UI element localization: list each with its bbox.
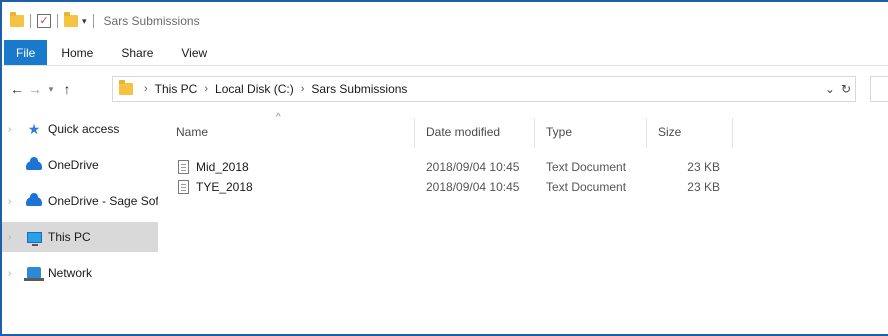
toolbar-separator [57, 14, 58, 28]
nav-item-label: OneDrive [48, 158, 99, 172]
address-bar[interactable]: › This PC › Local Disk (C:) › Sars Submi… [112, 76, 856, 102]
file-size: 23 KB [687, 160, 720, 174]
refresh-icon[interactable]: ↻ [841, 82, 851, 96]
breadcrumb-chevron-icon[interactable]: › [144, 83, 148, 95]
file-name-cell[interactable]: TYE_2018 [178, 177, 414, 197]
breadcrumb-chevron-icon[interactable]: › [204, 83, 208, 95]
nav-item-onedrive-sage[interactable]: › OneDrive - Sage Softw [2, 186, 158, 216]
nav-item-label: OneDrive - Sage Softw [48, 194, 158, 208]
breadcrumb-sars-submissions[interactable]: Sars Submissions [311, 82, 407, 96]
nav-item-label: Quick access [48, 122, 120, 136]
nav-item-quick-access[interactable]: › ★ Quick access [2, 114, 158, 144]
customize-quick-access-dropdown-icon[interactable]: ▾ [82, 16, 87, 27]
column-divider[interactable] [732, 118, 733, 148]
expand-chevron-icon[interactable]: › [8, 124, 11, 135]
address-row: ← → ▾ ↑ › This PC › Local Disk (C:) › Sa… [2, 72, 888, 106]
column-header-size[interactable]: Size [646, 112, 732, 152]
up-arrow-icon[interactable]: ↑ [58, 81, 76, 97]
new-folder-icon[interactable] [64, 12, 78, 27]
back-arrow-icon[interactable]: ← [8, 81, 26, 97]
network-icon [24, 266, 44, 281]
file-type: Text Document [546, 160, 627, 174]
address-tools: ⌄ ↻ [825, 77, 851, 101]
file-name: TYE_2018 [196, 180, 253, 194]
expand-chevron-icon[interactable]: › [8, 196, 11, 207]
breadcrumb-local-disk[interactable]: Local Disk (C:) [215, 82, 294, 96]
text-document-icon [178, 160, 189, 174]
nav-item-onedrive[interactable]: OneDrive [2, 150, 158, 180]
star-icon: ★ [27, 120, 41, 137]
nav-item-network[interactable]: › Network [2, 258, 158, 288]
address-folder-icon [119, 80, 133, 95]
file-row[interactable]: Mid_2018 2018/09/04 10:45 Text Document … [164, 157, 764, 177]
tab-share[interactable]: Share [107, 40, 167, 65]
expand-chevron-icon[interactable]: › [8, 232, 11, 243]
file-type: Text Document [546, 180, 627, 194]
column-header-name[interactable]: Name [164, 112, 414, 152]
column-header-type[interactable]: Type [534, 112, 646, 152]
text-document-icon [178, 180, 189, 194]
file-row[interactable]: TYE_2018 2018/09/04 10:45 Text Document … [164, 177, 764, 197]
navigation-pane: › ★ Quick access OneDrive › OneDrive - S… [2, 112, 158, 336]
folder-icon [10, 12, 24, 27]
cloud-icon [26, 156, 42, 172]
tab-file[interactable]: File [4, 40, 48, 65]
nav-item-label: Network [48, 266, 93, 280]
toolbar-separator [92, 14, 94, 28]
file-list: ^ Name Date modified Type Size Mid_2018 … [164, 112, 888, 336]
address-history-dropdown-icon[interactable]: ⌄ [825, 82, 835, 96]
forward-arrow-icon[interactable]: → [26, 81, 44, 97]
ribbon-tabs: File Home Share View [2, 40, 888, 66]
cloud-icon [26, 192, 42, 208]
computer-icon [26, 230, 42, 246]
recent-locations-dropdown-icon[interactable]: ▾ [44, 84, 58, 95]
properties-check-icon[interactable]: ✓ [37, 14, 51, 28]
file-name: Mid_2018 [196, 160, 249, 174]
toolbar-separator [30, 14, 31, 28]
file-name-cell[interactable]: Mid_2018 [178, 157, 414, 177]
file-size: 23 KB [687, 180, 720, 194]
breadcrumb-this-pc[interactable]: This PC [155, 82, 198, 96]
file-date: 2018/09/04 10:45 [426, 160, 520, 174]
tab-view[interactable]: View [167, 40, 221, 65]
breadcrumb-chevron-icon[interactable]: › [301, 83, 305, 95]
nav-item-this-pc[interactable]: › This PC [2, 222, 158, 252]
column-header-date-modified[interactable]: Date modified [414, 112, 534, 152]
nav-item-label: This PC [48, 230, 91, 244]
title-bar: ✓ ▾ Sars Submissions [2, 2, 888, 40]
expand-chevron-icon[interactable]: › [8, 268, 11, 279]
tab-home[interactable]: Home [47, 40, 107, 65]
search-box[interactable] [870, 76, 888, 102]
file-date: 2018/09/04 10:45 [426, 180, 520, 194]
window-title: Sars Submissions [103, 14, 200, 28]
